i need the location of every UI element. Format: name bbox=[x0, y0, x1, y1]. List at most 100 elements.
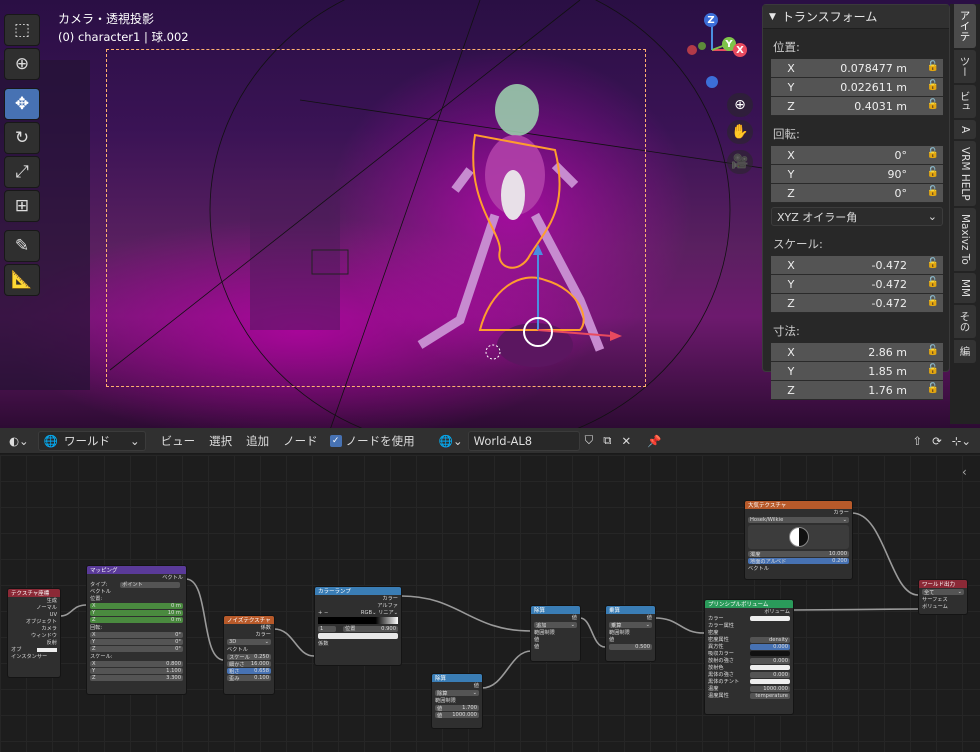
texcoord-output-3[interactable]: オブジェクト bbox=[8, 618, 60, 625]
gizmo-x-icon[interactable]: X bbox=[733, 43, 747, 57]
lock-icon[interactable]: 🔓 bbox=[927, 99, 939, 110]
menu-add[interactable]: 追加 bbox=[239, 433, 276, 449]
volume-param-10[interactable]: 温度 1000.000 bbox=[705, 685, 793, 692]
object-field[interactable]: オブ bbox=[8, 646, 60, 653]
lock-icon[interactable]: 🔓 bbox=[927, 296, 939, 307]
sidebar-tab-4[interactable]: VRM HELP bbox=[954, 140, 976, 207]
fac-input[interactable]: 係数 bbox=[315, 640, 401, 647]
color-swatch[interactable] bbox=[750, 616, 790, 621]
stop-row[interactable]: 1 位置 0.900 bbox=[315, 625, 401, 632]
sidebar-tab-3[interactable]: A bbox=[954, 119, 976, 139]
math3-value-0[interactable]: 値 1.700 bbox=[435, 705, 479, 712]
noise-param-3[interactable]: 歪み 0.100 bbox=[227, 675, 271, 682]
noise-param-0[interactable]: スケール 0.250 bbox=[227, 654, 271, 661]
sidebar-tab-8[interactable]: 編 bbox=[954, 340, 976, 363]
fac-output[interactable]: 係数 bbox=[224, 624, 274, 631]
color-output[interactable]: カラー bbox=[315, 595, 401, 602]
volume-param-11[interactable]: 温度属性 temperature bbox=[705, 692, 793, 699]
volume-param-7[interactable]: 放射色 bbox=[705, 664, 793, 671]
sidebar-tab-5[interactable]: Maxivz To bbox=[954, 208, 976, 272]
use-nodes-toggle[interactable]: ✓ ノードを使用 bbox=[325, 431, 420, 451]
operation-select[interactable]: 除算 ⌄ bbox=[435, 690, 479, 697]
volume-param-9[interactable]: 黒体のチント bbox=[705, 678, 793, 685]
node-texture-coordinate[interactable]: テクスチャ座標 生成 ノーマル UV オブジェクト カメラ ウィンドウ 反射 オブ インスタ… bbox=[7, 588, 61, 678]
color-output[interactable]: カラー bbox=[745, 509, 852, 516]
zoom-icon[interactable]: ⊕ bbox=[727, 93, 753, 117]
rot_vals-field-2[interactable]: Z 0° bbox=[90, 646, 183, 652]
color-swatch[interactable] bbox=[750, 651, 790, 656]
scale-x-field[interactable]: X -0.472 🔓 bbox=[771, 256, 943, 275]
dimension-z-field[interactable]: Z 1.76 m 🔓 bbox=[771, 381, 943, 400]
scale-icon[interactable]: ⤢ bbox=[4, 156, 40, 188]
type-select[interactable]: ポイント bbox=[120, 581, 180, 588]
value-field[interactable]: 0.500 bbox=[609, 644, 652, 650]
mapping-type-row[interactable]: タイプ: ポイント bbox=[87, 581, 186, 588]
texcoord-output-0[interactable]: 生成 bbox=[8, 597, 60, 604]
lock-icon[interactable]: 🔓 bbox=[927, 383, 939, 394]
world-name-field[interactable]: World-AL8 bbox=[467, 430, 580, 451]
camera-icon[interactable]: 🎥 bbox=[727, 150, 753, 174]
pin-icon[interactable]: 📌 bbox=[642, 431, 666, 451]
snap-mode-icon[interactable]: ⊹⌄ bbox=[947, 431, 976, 451]
sidebar-tab-6[interactable]: MM bbox=[954, 273, 976, 304]
lock-icon[interactable]: 🔓 bbox=[927, 167, 939, 178]
stop-index[interactable]: 1 bbox=[318, 625, 336, 632]
clamp-checkbox[interactable]: 範囲制限 bbox=[606, 629, 655, 636]
lock-icon[interactable]: 🔓 bbox=[927, 277, 939, 288]
mapping-output[interactable]: ベクトル bbox=[87, 574, 186, 581]
value-output[interactable]: 値 bbox=[606, 614, 655, 621]
rotate-icon[interactable]: ↻ bbox=[4, 122, 40, 154]
sidebar-tab-7[interactable]: その bbox=[954, 305, 976, 339]
color-swatch[interactable] bbox=[750, 679, 790, 684]
node-noise-texture[interactable]: ノイズテクスチャ 係数 カラー 3D ⌄ ベクトル スケール 0.250 細かさ 16.… bbox=[223, 615, 275, 695]
scale_vals-field-1[interactable]: Y 1.100 bbox=[90, 668, 183, 674]
dimension-x-field[interactable]: X 2.86 m 🔓 bbox=[771, 343, 943, 362]
checkbox-checked-icon[interactable]: ✓ bbox=[329, 434, 342, 447]
transform-panel-header[interactable]: ▼ トランスフォーム bbox=[763, 5, 949, 29]
volume-output[interactable]: ボリューム bbox=[705, 608, 793, 615]
measure-icon[interactable]: 📐 bbox=[4, 264, 40, 296]
sky-type-select[interactable]: Hosek/Wilkie ⌄ bbox=[748, 517, 849, 523]
texcoord-output-5[interactable]: ウィンドウ bbox=[8, 632, 60, 639]
snap-icon[interactable]: ⟳ bbox=[927, 431, 947, 451]
scale_vals-field-0[interactable]: X 0.800 bbox=[90, 661, 183, 667]
duplicate-icon[interactable]: ⧉ bbox=[598, 431, 616, 451]
volume-param-3[interactable]: 密度属性 density bbox=[705, 636, 793, 643]
cursor-icon[interactable]: ⊕ bbox=[4, 48, 40, 80]
vector-input[interactable]: ベクトル bbox=[745, 565, 852, 572]
volume-param-2[interactable]: 密度 bbox=[705, 629, 793, 636]
volume-param-6[interactable]: 放射の強さ 0.000 bbox=[705, 657, 793, 664]
node-math-divide[interactable]: 除算 値 除算 ⌄ 範囲制限 値 1.700 値 1000.000 bbox=[431, 673, 483, 729]
menu-select[interactable]: 選択 bbox=[202, 433, 239, 449]
texcoord-output-1[interactable]: ノーマル bbox=[8, 604, 60, 611]
node-math-multiply[interactable]: 乗算 値 乗算 ⌄ 範囲制限 値 0.500 bbox=[605, 605, 656, 662]
lock-icon[interactable]: 🔓 bbox=[927, 186, 939, 197]
location-y-field[interactable]: Y 0.022611 m 🔓 bbox=[771, 78, 943, 97]
volume-param-0[interactable]: カラー bbox=[705, 615, 793, 622]
loc_vals-field-2[interactable]: Z 0 m bbox=[90, 617, 183, 623]
scale-z-field[interactable]: Z -0.472 🔓 bbox=[771, 294, 943, 313]
node-math-add[interactable]: 除算 値 追加 ⌄ 範囲制限 値 値 bbox=[530, 605, 581, 662]
node-sky-texture[interactable]: 大気テクスチャ カラー Hosek/Wilkie ⌄ 濁度 10.000 地面のアル… bbox=[744, 500, 853, 580]
menu-node[interactable]: ノード bbox=[276, 433, 325, 449]
loc_vals-field-0[interactable]: X 0 m bbox=[90, 603, 183, 609]
lock-icon[interactable]: 🔓 bbox=[927, 61, 939, 72]
location-z-field[interactable]: Z 0.4031 m 🔓 bbox=[771, 97, 943, 116]
value-output[interactable]: 値 bbox=[531, 614, 580, 621]
volume-param-1[interactable]: カラー属性 bbox=[705, 622, 793, 629]
alpha-output[interactable]: アルファ bbox=[315, 602, 401, 609]
surface-input[interactable]: サーフェス bbox=[919, 596, 967, 603]
location-x-field[interactable]: X 0.078477 m 🔓 bbox=[771, 59, 943, 78]
annotate-icon[interactable]: ✎ bbox=[4, 230, 40, 262]
rotation-y-field[interactable]: Y 90° 🔓 bbox=[771, 165, 943, 184]
color-output[interactable]: カラー bbox=[224, 631, 274, 638]
menu-view[interactable]: ビュー bbox=[154, 433, 203, 449]
value-input-1[interactable]: 値 bbox=[531, 636, 580, 643]
ground-albedo-field[interactable]: 地面のアルベド 0.200 bbox=[748, 558, 849, 565]
editor-type-icon[interactable]: ◐⌄ bbox=[4, 431, 34, 451]
value-input[interactable]: 値 bbox=[606, 636, 655, 643]
pan-hand-icon[interactable]: ✋ bbox=[727, 120, 753, 144]
value-input-2[interactable]: 値 bbox=[531, 643, 580, 650]
lock-icon[interactable]: 🔓 bbox=[927, 345, 939, 356]
lock-icon[interactable]: 🔓 bbox=[927, 258, 939, 269]
